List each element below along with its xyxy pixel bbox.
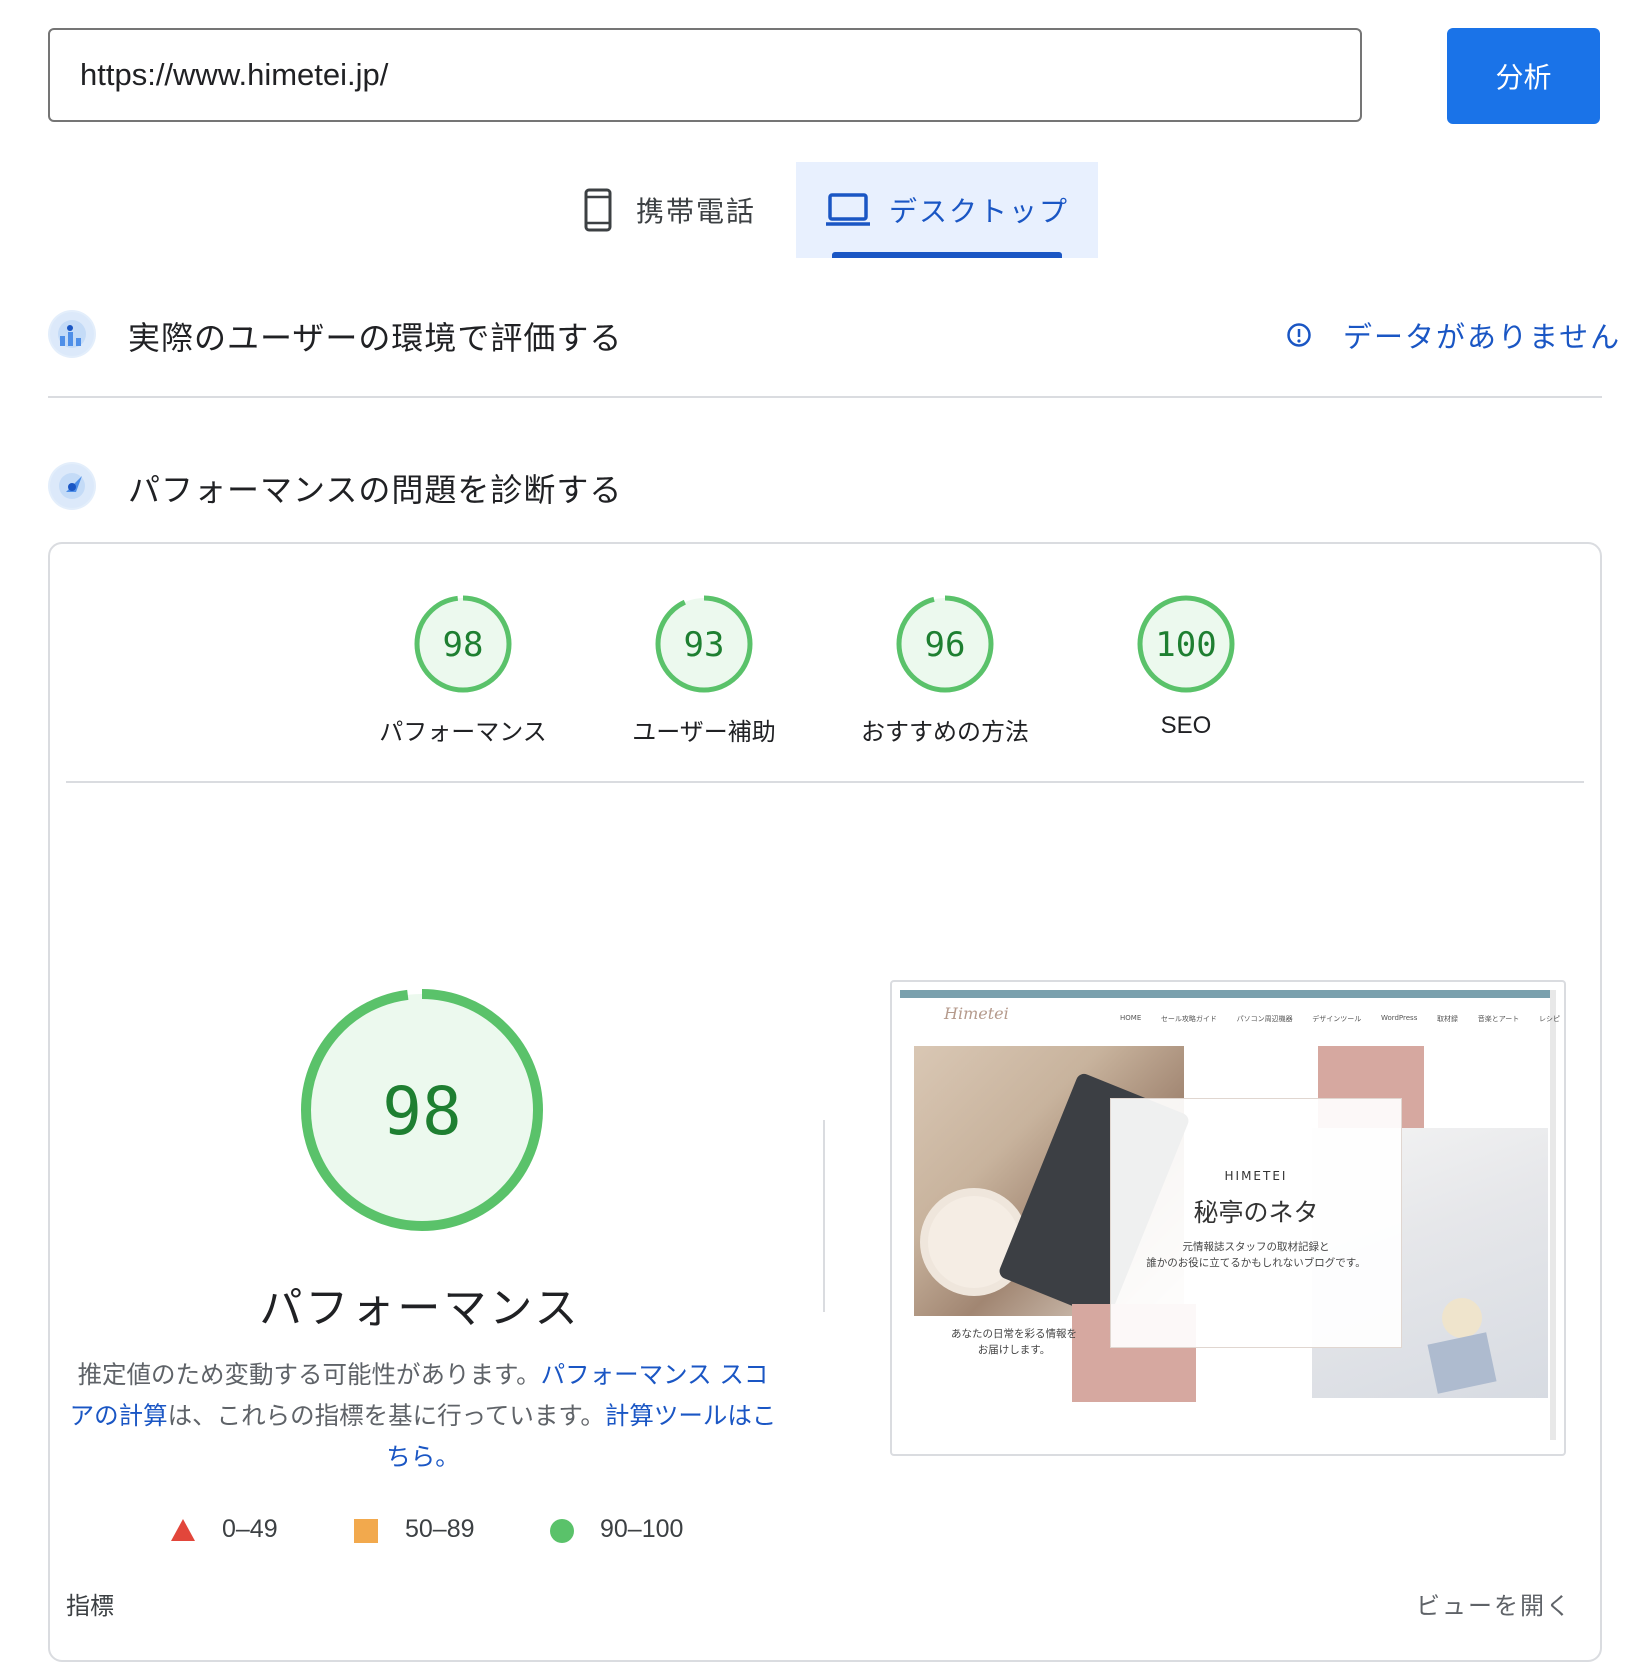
analyze-button[interactable]: 分析: [1447, 28, 1600, 124]
fail-triangle-icon: [171, 1519, 195, 1541]
pass-circle-icon: [550, 1519, 574, 1543]
tab-active-indicator: [832, 252, 1062, 258]
tab-mobile[interactable]: 携帯電話: [582, 162, 794, 258]
site-topbar: [900, 990, 1550, 998]
site-nav-item: WordPress: [1380, 1014, 1418, 1022]
site-tagline-1: 元情報誌スタッフの取材記録と: [1182, 1241, 1330, 1253]
site-nav-item: デザインツール: [1312, 1015, 1362, 1023]
site-nav-item: 取材録: [1437, 1015, 1459, 1023]
expand-view-link[interactable]: ビューを開く: [1416, 1586, 1572, 1621]
site-nav-item: レシピ: [1538, 1015, 1560, 1023]
gauges-divider: [66, 781, 1584, 783]
score-gauge-best-practices[interactable]: 96 おすすめの方法: [825, 592, 1065, 752]
score-gauge-performance[interactable]: 98 パフォーマンス: [343, 592, 583, 752]
legend-fail: 0–49: [222, 1515, 278, 1543]
info-icon: [1287, 323, 1311, 347]
site-caption-2: お届けします。: [977, 1344, 1051, 1356]
tab-mobile-label: 携帯電話: [636, 195, 757, 228]
performance-title: パフォーマンス: [259, 1284, 581, 1334]
field-data-status: データがありません: [1343, 320, 1622, 354]
site-brand: HIMETEI: [1224, 1169, 1288, 1183]
cup-small: [1442, 1298, 1482, 1338]
site-tagline-2: 誰かのお役に立てるかもしれないブログです。: [1146, 1257, 1366, 1269]
site-title: 秘亭のネタ: [1193, 1198, 1319, 1227]
legend-pass: 90–100: [600, 1515, 684, 1543]
score-value: 96: [925, 625, 966, 665]
description-text: 推定値のため変動する可能性があります。: [77, 1360, 541, 1389]
site-nav-item: セール攻略ガイド: [1160, 1015, 1217, 1023]
lab-data-title: パフォーマンスの問題を診断する: [128, 471, 623, 509]
scrollbar: [1550, 990, 1556, 1440]
score-value: 98: [443, 625, 484, 665]
hero-panel: HIMETEI 秘亭のネタ 元情報誌スタッフの取材記録と 誰かのお役に立てるかも…: [1110, 1098, 1402, 1348]
legend-average: 50–89: [405, 1515, 475, 1543]
score-ring: 96: [896, 595, 994, 693]
phone-icon: [584, 188, 612, 232]
laptop-icon: [825, 193, 870, 226]
score-description: 推定値のため変動する可能性があります。パフォーマンス スコアの計算は、これらの指…: [68, 1354, 778, 1477]
field-data-title: 実際のユーザーの環境で評価する: [128, 319, 623, 357]
lighthouse-icon: [48, 462, 96, 510]
score-ring: 100: [1137, 595, 1235, 693]
crux-icon: [48, 310, 96, 358]
tab-desktop-label: デスクトップ: [888, 195, 1069, 228]
score-gauge-accessibility[interactable]: 93 ユーザー補助: [584, 592, 824, 752]
score-label: おすすめの方法: [861, 718, 1029, 746]
score-ring: 93: [655, 595, 753, 693]
section-divider: [48, 396, 1602, 398]
site-nav-item: HOME: [1120, 1014, 1142, 1022]
site-nav: HOME セール攻略ガイド パソコン周辺機器 デザインツール WordPress 取材録 音…: [1120, 1014, 1560, 1024]
description-text: は、これらの指標を基に行っています。: [167, 1401, 605, 1430]
metrics-heading: 指標: [66, 1592, 114, 1620]
site-logo: Himetei: [944, 1004, 1009, 1023]
site-caption-1: あなたの日常を彩る情報を: [951, 1328, 1077, 1340]
score-value: 100: [1155, 625, 1216, 665]
score-label: ユーザー補助: [632, 718, 776, 746]
score-value: 93: [684, 625, 725, 665]
vertical-divider: [823, 1120, 825, 1312]
url-input[interactable]: [48, 28, 1362, 122]
average-square-icon: [354, 1519, 378, 1543]
score-label: パフォーマンス: [379, 718, 547, 746]
notebook: [1427, 1332, 1497, 1394]
final-screenshot[interactable]: Himetei HOME セール攻略ガイド パソコン周辺機器 デザインツール WordP…: [890, 980, 1566, 1456]
score-ring: 98: [414, 595, 512, 693]
site-nav-item: パソコン周辺機器: [1236, 1015, 1293, 1023]
tab-desktop[interactable]: デスクトップ: [796, 162, 1098, 258]
score-gauge-seo[interactable]: 100 SEO: [1066, 592, 1306, 752]
score-value: 98: [382, 1073, 461, 1150]
performance-score-ring: 98: [301, 989, 543, 1231]
site-nav-item: 音楽とアート: [1477, 1015, 1520, 1023]
score-label: SEO: [1160, 712, 1212, 739]
